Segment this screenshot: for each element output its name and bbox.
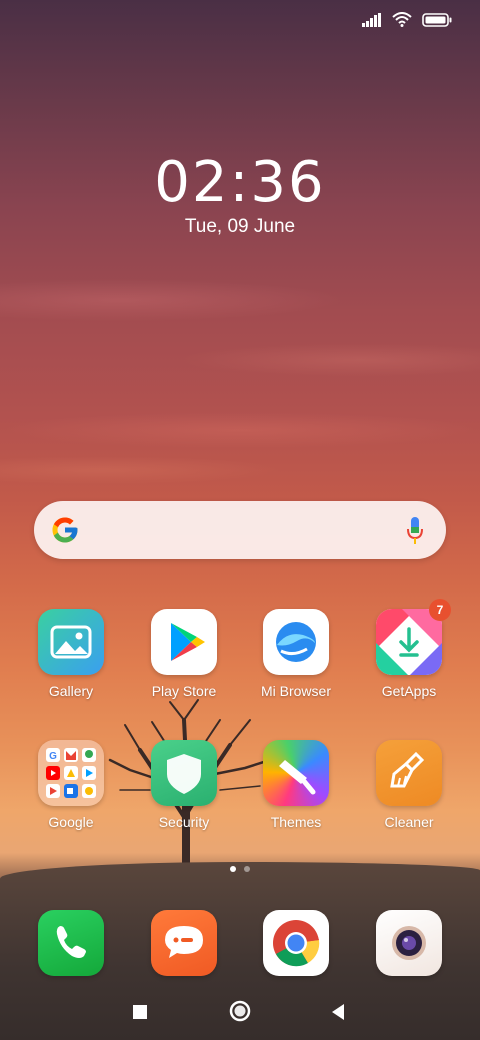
chrome-icon <box>263 910 329 976</box>
battery-icon <box>422 12 452 27</box>
wifi-icon <box>392 12 412 27</box>
back-triangle-icon[interactable] <box>330 1003 346 1021</box>
google-search-bar[interactable] <box>34 501 446 559</box>
app-label: Gallery <box>48 683 94 699</box>
app-label: Themes <box>270 814 322 830</box>
app-getapps[interactable]: 7 GetApps <box>361 599 457 699</box>
security-shield-icon <box>151 740 217 806</box>
dock-phone[interactable] <box>23 910 119 976</box>
gallery-icon <box>38 609 104 675</box>
dock-camera[interactable] <box>361 910 457 976</box>
mic-icon[interactable] <box>406 517 424 545</box>
app-themes[interactable]: Themes <box>248 740 344 830</box>
google-folder-icon: G <box>38 740 104 806</box>
app-label: Security <box>158 814 210 830</box>
navigation-bar <box>0 990 480 1030</box>
themes-brush-icon <box>263 740 329 806</box>
app-label: GetApps <box>381 683 437 699</box>
dock-chrome[interactable] <box>248 910 344 976</box>
recents-square-icon[interactable] <box>132 1004 148 1020</box>
camera-icon <box>376 910 442 976</box>
cleaner-brush-icon <box>376 740 442 806</box>
app-play-store[interactable]: Play Store <box>136 609 232 699</box>
play-store-icon <box>151 609 217 675</box>
clock-time[interactable]: 02:36 <box>0 150 480 215</box>
app-label: Cleaner <box>384 814 434 830</box>
status-bar <box>362 12 452 27</box>
app-cleaner[interactable]: Cleaner <box>361 740 457 830</box>
dock-messaging[interactable] <box>136 910 232 976</box>
page-dot[interactable] <box>244 866 250 872</box>
mi-browser-icon <box>263 609 329 675</box>
app-mi-browser[interactable]: Mi Browser <box>248 609 344 699</box>
svg-text:G: G <box>49 751 57 762</box>
phone-icon <box>38 910 104 976</box>
messaging-icon <box>151 910 217 976</box>
app-gallery[interactable]: Gallery <box>23 609 119 699</box>
app-label: Google <box>48 814 94 830</box>
getapps-icon <box>376 609 442 675</box>
signal-icon <box>362 12 381 27</box>
app-security[interactable]: Security <box>136 740 232 830</box>
google-g-icon <box>52 517 78 543</box>
page-dot-active[interactable] <box>230 866 236 872</box>
app-label: Mi Browser <box>260 683 331 699</box>
clock-date[interactable]: Tue, 09 June <box>0 216 480 238</box>
notification-badge: 7 <box>429 599 451 621</box>
app-folder-google[interactable]: G Google <box>23 740 119 830</box>
app-label: Play Store <box>151 683 217 699</box>
page-indicator <box>0 866 480 872</box>
home-circle-icon[interactable] <box>229 1000 251 1022</box>
